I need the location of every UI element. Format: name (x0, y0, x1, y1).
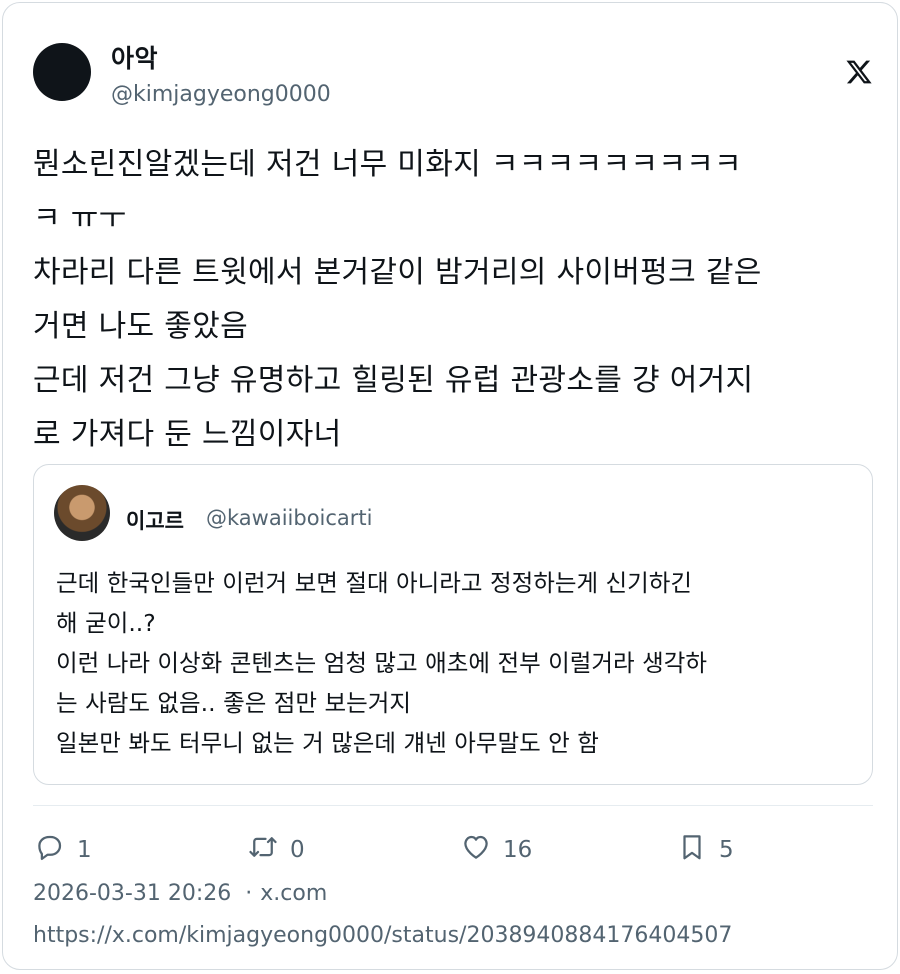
quoted-handle: @kawaiiboicarti (206, 506, 373, 530)
quoted-line: 이런 나라 이상화 콘텐츠는 엄청 많고 애초에 전부 이럴거라 생각하 (56, 649, 707, 677)
bookmark-count: 5 (719, 837, 734, 863)
retweet-count: 0 (290, 837, 305, 863)
tweet-card: 아악 @kimjagyeong0000 뭔소린진알겠는데 저건 너무 미화지 ㅋ… (2, 2, 898, 970)
bookmark-icon (683, 835, 701, 860)
timestamp[interactable]: 2026-03-31 20:26 (33, 881, 231, 906)
author-handle[interactable]: @kimjagyeong0000 (111, 82, 331, 107)
tweet-line: 뭔소린진알겠는데 저건 너무 미화지 ㅋㅋㅋㅋㅋㅋㅋㅋㅋ (33, 147, 742, 182)
tweet-line: 차라리 다른 트윗에서 본거같이 밤거리의 사이버펑크 같은 (33, 255, 762, 290)
status-url[interactable]: https://x.com/kimjagyeong0000/status/203… (33, 923, 732, 948)
meta-separator: · (245, 881, 253, 906)
tweet-text: 뭔소린진알겠는데 저건 너무 미화지 ㅋㅋㅋㅋㅋㅋㅋㅋㅋㅋ ㅠㅜ 차라리 다른 트… (33, 138, 869, 462)
x-logo-icon[interactable] (845, 57, 873, 87)
source: x.com (260, 881, 328, 906)
bookmark-button[interactable]: 5 (677, 829, 734, 865)
quoted-avatar[interactable] (54, 485, 110, 541)
retweet-button[interactable]: 0 (248, 829, 305, 865)
quoted-line: 해 굳이..? (56, 609, 156, 637)
quoted-display-name: 이고르 (126, 509, 184, 533)
tweet-line: 거면 나도 좋았음 (33, 309, 248, 344)
divider (33, 805, 873, 806)
tweet-line: 로 가져다 둔 느낌이자너 (33, 417, 342, 452)
quoted-line: 는 사람도 없음.. 좋은 점만 보는거지 (56, 689, 411, 717)
heart-icon (464, 835, 488, 859)
like-count: 16 (503, 837, 533, 863)
quoted-line: 근데 한국인들만 이런거 보면 절대 아니라고 정정하는게 신기하긴 (56, 569, 693, 597)
like-button[interactable]: 16 (461, 829, 532, 865)
reply-count: 1 (77, 837, 92, 863)
reply-button[interactable]: 1 (35, 829, 92, 865)
quoted-text: 근데 한국인들만 이런거 보면 절대 아니라고 정정하는게 신기하긴해 굳이..… (56, 563, 856, 763)
quoted-tweet[interactable]: 이고르 @kawaiiboicarti 근데 한국인들만 이런거 보면 절대 아… (33, 464, 873, 785)
reply-icon (38, 835, 62, 860)
tweet-line: ㅋ ㅠㅜ (33, 201, 127, 236)
author-display-name[interactable]: 아악 (111, 39, 158, 75)
retweet-icon (249, 837, 277, 857)
avatar[interactable] (33, 43, 91, 101)
tweet-meta: 2026-03-31 20:26 · x.com (33, 881, 327, 906)
quoted-line: 일본만 봐도 터무니 없는 거 많은데 걔넨 아무말도 안 함 (56, 729, 599, 757)
tweet-line: 근데 저건 그냥 유명하고 힐링된 유럽 관광소를 걍 어거지 (33, 363, 754, 398)
